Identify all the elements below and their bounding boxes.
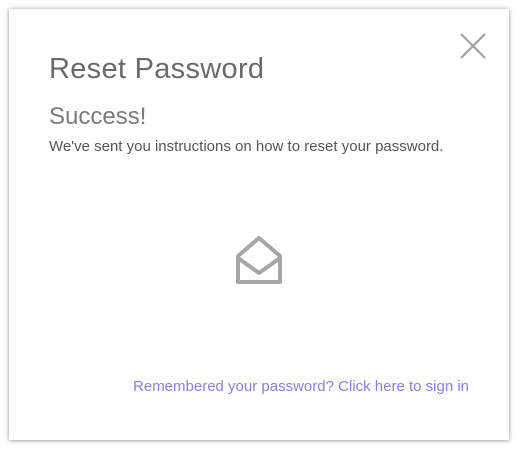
envelope-open-icon xyxy=(234,235,284,285)
reset-password-dialog: Reset Password Success! We've sent you i… xyxy=(9,9,509,440)
success-heading: Success! xyxy=(49,103,147,130)
instructions-message: We've sent you instructions on how to re… xyxy=(49,138,444,155)
sign-in-link[interactable]: Remembered your password? Click here to … xyxy=(133,378,469,395)
close-icon xyxy=(460,33,486,59)
dialog-title: Reset Password xyxy=(49,53,265,85)
close-button[interactable] xyxy=(458,31,488,61)
